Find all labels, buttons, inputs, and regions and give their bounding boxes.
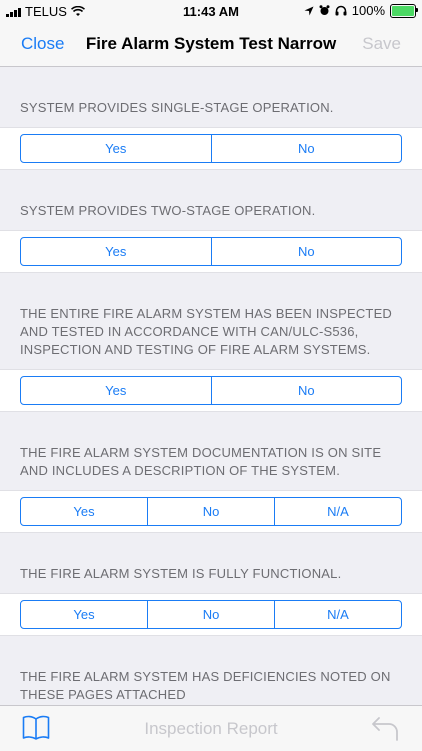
answer-row: Yes No bbox=[0, 230, 422, 273]
alarm-icon bbox=[319, 5, 330, 15]
question-block: SYSTEM PROVIDES SINGLE-STAGE OPERATION. … bbox=[0, 67, 422, 170]
answer-segmented-control: Yes No bbox=[20, 134, 402, 163]
status-right: 100% bbox=[304, 3, 418, 18]
question-text: SYSTEM PROVIDES TWO-STAGE OPERATION. bbox=[20, 203, 316, 218]
status-bar: TELUS 11:43 AM 100% bbox=[0, 0, 422, 22]
no-button[interactable]: No bbox=[210, 377, 402, 404]
answer-segmented-control: Yes No bbox=[20, 237, 402, 266]
no-button[interactable]: No bbox=[210, 135, 402, 162]
question-block: THE ENTIRE FIRE ALARM SYSTEM HAS BEEN IN… bbox=[0, 273, 422, 412]
no-button[interactable]: No bbox=[147, 601, 274, 628]
undo-icon[interactable] bbox=[370, 714, 400, 742]
question-text: SYSTEM PROVIDES SINGLE-STAGE OPERATION. bbox=[20, 100, 334, 115]
headphones-icon bbox=[335, 5, 347, 16]
yes-button[interactable]: Yes bbox=[21, 377, 211, 404]
bottom-toolbar: Inspection Report bbox=[0, 705, 422, 751]
question-block: THE FIRE ALARM SYSTEM DOCUMENTATION IS O… bbox=[0, 412, 422, 533]
question-text: THE FIRE ALARM SYSTEM DOCUMENTATION IS O… bbox=[20, 445, 382, 478]
na-button[interactable]: N/A bbox=[274, 601, 401, 628]
yes-button[interactable]: Yes bbox=[21, 601, 147, 628]
question-block: SYSTEM PROVIDES TWO-STAGE OPERATION. Yes… bbox=[0, 170, 422, 273]
question-text: THE ENTIRE FIRE ALARM SYSTEM HAS BEEN IN… bbox=[20, 306, 393, 357]
yes-button[interactable]: Yes bbox=[21, 498, 147, 525]
answer-row: Yes No N/A bbox=[0, 490, 422, 533]
answer-row: Yes No bbox=[0, 127, 422, 170]
answer-row: Yes No N/A bbox=[0, 593, 422, 636]
question-text: THE FIRE ALARM SYSTEM IS FULLY FUNCTIONA… bbox=[20, 566, 342, 581]
battery-icon bbox=[390, 3, 418, 18]
form-content[interactable]: SYSTEM PROVIDES SINGLE-STAGE OPERATION. … bbox=[0, 67, 422, 705]
answer-row: Yes No bbox=[0, 369, 422, 412]
save-button[interactable]: Save bbox=[362, 34, 401, 54]
no-button[interactable]: No bbox=[147, 498, 274, 525]
yes-button[interactable]: Yes bbox=[21, 238, 211, 265]
answer-segmented-control: Yes No N/A bbox=[20, 497, 402, 526]
na-button[interactable]: N/A bbox=[274, 498, 401, 525]
answer-segmented-control: Yes No N/A bbox=[20, 600, 402, 629]
battery-percent: 100% bbox=[351, 3, 385, 18]
answer-segmented-control: Yes No bbox=[20, 376, 402, 405]
yes-button[interactable]: Yes bbox=[21, 135, 211, 162]
question-text: THE FIRE ALARM SYSTEM HAS DEFICIENCIES N… bbox=[20, 669, 391, 702]
battery-level-fill bbox=[392, 5, 414, 16]
page-title: Fire Alarm System Test Narrow bbox=[85, 34, 337, 53]
no-button[interactable]: No bbox=[210, 238, 402, 265]
question-block: THE FIRE ALARM SYSTEM HAS DEFICIENCIES N… bbox=[0, 636, 422, 705]
navigation-bar: Close Fire Alarm System Test Narrow Save bbox=[0, 22, 422, 67]
location-icon bbox=[304, 6, 314, 15]
inspection-report-button[interactable]: Inspection Report bbox=[0, 719, 422, 739]
question-block: THE FIRE ALARM SYSTEM IS FULLY FUNCTIONA… bbox=[0, 533, 422, 636]
